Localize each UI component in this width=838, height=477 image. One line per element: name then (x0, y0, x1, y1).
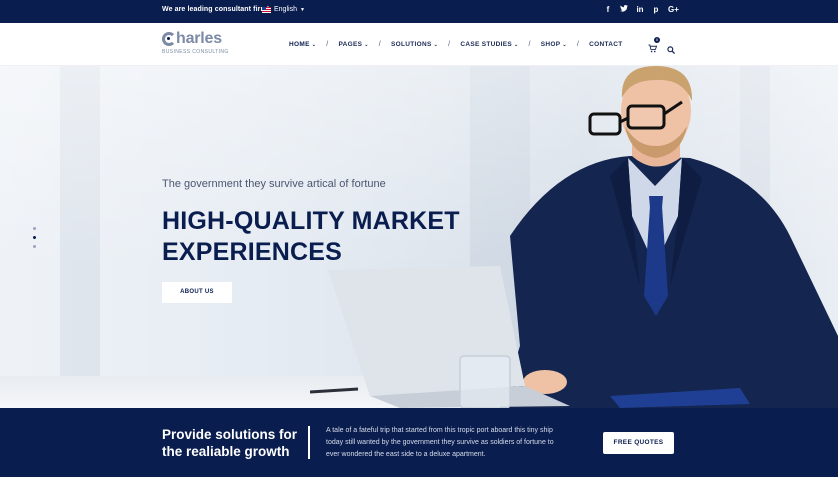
top-bar: We are leading consultant firm! English … (0, 0, 838, 23)
nav-item-home[interactable]: HOME ⌄ (289, 41, 316, 48)
slider-dot[interactable] (33, 245, 36, 248)
site-header: harles BUSINESS CONSULTING HOME ⌄ / PAGES… (0, 23, 838, 66)
logo-subtitle: BUSINESS CONSULTING (162, 49, 229, 55)
language-selector[interactable]: English ▼ (262, 6, 305, 13)
nav-item-contact[interactable]: CONTACT (589, 41, 622, 48)
nav-separator: / (448, 41, 451, 48)
main-nav: HOME ⌄ / PAGES ⌄ / SOLUTIONS ⌄ / CASE STUDI… (289, 41, 623, 48)
hero-slider: The government they survive artical of f… (0, 66, 838, 408)
chevron-down-icon: ⌄ (562, 42, 567, 48)
cta-band: Provide solutions for the realiable grow… (0, 408, 838, 477)
slider-dots (33, 227, 36, 248)
divider (308, 426, 310, 459)
nav-item-shop[interactable]: SHOP ⌄ (541, 41, 567, 48)
nav-separator: / (528, 41, 531, 48)
language-label: English (274, 6, 297, 13)
free-quotes-button[interactable]: FREE QUOTES (603, 432, 674, 454)
hero-title-line-1: HIGH-QUALITY MARKET (162, 207, 460, 235)
chevron-down-icon: ⌄ (514, 42, 519, 48)
tagline: We are leading consultant firm! (162, 6, 270, 13)
slider-dot[interactable] (33, 227, 36, 230)
search-button[interactable] (667, 41, 675, 54)
search-icon (667, 46, 675, 54)
hero-title: HIGH-QUALITY MARKET EXPERIENCES (162, 206, 460, 268)
hero-title-line-2: EXPERIENCES (162, 238, 343, 266)
cart-count-badge: 0 (654, 37, 660, 43)
slider-dot-active[interactable] (33, 236, 36, 239)
chevron-down-icon: ⌄ (311, 42, 317, 48)
chevron-down-icon: ⌄ (364, 42, 369, 48)
logo[interactable]: harles BUSINESS CONSULTING (162, 30, 229, 55)
nav-separator: / (326, 41, 329, 48)
cta-description: A tale of a fateful trip that started fr… (326, 427, 554, 458)
cart-icon (648, 44, 658, 53)
google-plus-icon[interactable]: G+ (668, 5, 679, 14)
nav-item-case-studies[interactable]: CASE STUDIES ⌄ (460, 41, 518, 48)
cta-headline-line-1: Provide solutions for (162, 427, 298, 442)
nav-item-solutions[interactable]: SOLUTIONS ⌄ (391, 41, 438, 48)
nav-separator: / (576, 41, 580, 48)
twitter-icon[interactable] (620, 5, 628, 14)
social-links: f in p G+ (604, 5, 679, 14)
about-us-button[interactable]: ABOUT US (162, 282, 232, 303)
chevron-down-icon: ⌄ (433, 42, 439, 48)
pinterest-icon[interactable]: p (652, 5, 660, 14)
chevron-down-icon: ▼ (299, 6, 305, 13)
logo-mark-icon (162, 32, 176, 46)
hero-lead-text: The government they survive artical of f… (162, 178, 386, 190)
facebook-icon[interactable]: f (604, 5, 612, 14)
cart-button[interactable]: 0 (648, 37, 660, 53)
cta-headline-line-2: the realiable growth (162, 444, 290, 459)
cta-headline: Provide solutions for the realiable grow… (162, 426, 297, 460)
us-flag-icon (262, 6, 271, 13)
nav-separator: / (378, 41, 381, 48)
nav-item-pages[interactable]: PAGES ⌄ (338, 41, 368, 48)
linkedin-icon[interactable]: in (636, 5, 644, 14)
logo-text: harles (176, 30, 222, 47)
